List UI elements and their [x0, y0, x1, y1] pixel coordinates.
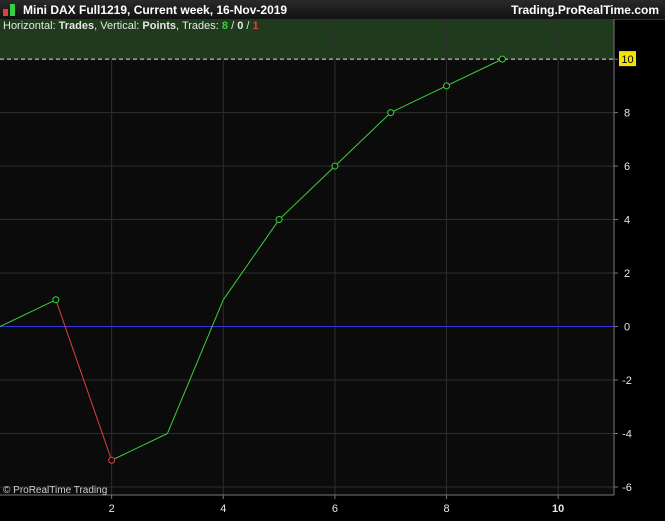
copyright-label: © ProRealTime Trading [3, 485, 107, 496]
x-tick-label: 6 [332, 503, 338, 515]
trade-marker [108, 456, 116, 464]
trade-marker [275, 216, 283, 224]
x-tick-labels: 2 4 6 8 10 [109, 495, 564, 515]
chart-svg: 2 4 6 8 10 10 8 6 4 2 0 -2 -4 -6 Horizontal: Trades,… [0, 19, 636, 515]
vertical-label: , Vertical: [94, 20, 139, 32]
trade-marker [443, 82, 451, 90]
brand-label: Trading.ProRealTime.com [511, 3, 659, 17]
vertical-value: Points [142, 20, 176, 32]
trade-marker [387, 109, 395, 117]
horizontal-label: Horizontal: [3, 20, 56, 32]
y-tick-label: 10 [621, 54, 633, 66]
y-tick-label: 0 [624, 322, 630, 334]
y-tick-label: 4 [624, 215, 630, 227]
y-tick-label: 6 [624, 161, 630, 173]
y-tick-label: 2 [624, 268, 630, 280]
header-summary: Horizontal: Trades, Vertical: Points, Tr… [3, 20, 259, 32]
trade-marker [52, 296, 60, 304]
y-tick-label: -2 [622, 375, 632, 387]
x-tick-label: 2 [109, 503, 115, 515]
window-title: Mini DAX Full1219, Current week, 16-Nov-… [23, 3, 288, 17]
losses-count: 1 [253, 20, 259, 32]
chart-icon [3, 4, 17, 16]
y-tick-label: 8 [624, 108, 630, 120]
x-tick-label: 10 [552, 503, 564, 515]
horizontal-value: Trades [59, 20, 94, 32]
x-tick-label: 4 [220, 503, 226, 515]
x-tick-label: 8 [443, 503, 449, 515]
equity-chart: 2 4 6 8 10 10 8 6 4 2 0 -2 -4 -6 Horizontal: Trades,… [0, 19, 665, 516]
trade-marker [331, 162, 339, 170]
y-tick-label: -4 [622, 428, 632, 440]
plot-background [0, 19, 614, 495]
trade-marker [498, 55, 506, 63]
trades-label: , Trades: [176, 20, 219, 32]
y-tick-label: -6 [622, 482, 632, 494]
title-bar: Mini DAX Full1219, Current week, 16-Nov-… [0, 0, 665, 20]
y-tick-labels: 10 8 6 4 2 0 -2 -4 -6 [614, 51, 636, 494]
